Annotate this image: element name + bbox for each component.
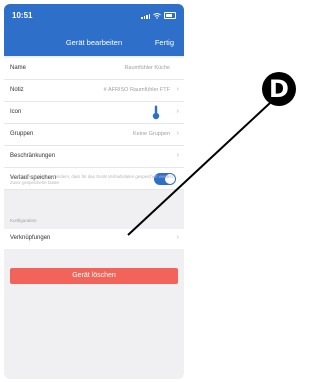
callout-badge: D — [262, 72, 296, 106]
callout-line — [127, 102, 271, 236]
